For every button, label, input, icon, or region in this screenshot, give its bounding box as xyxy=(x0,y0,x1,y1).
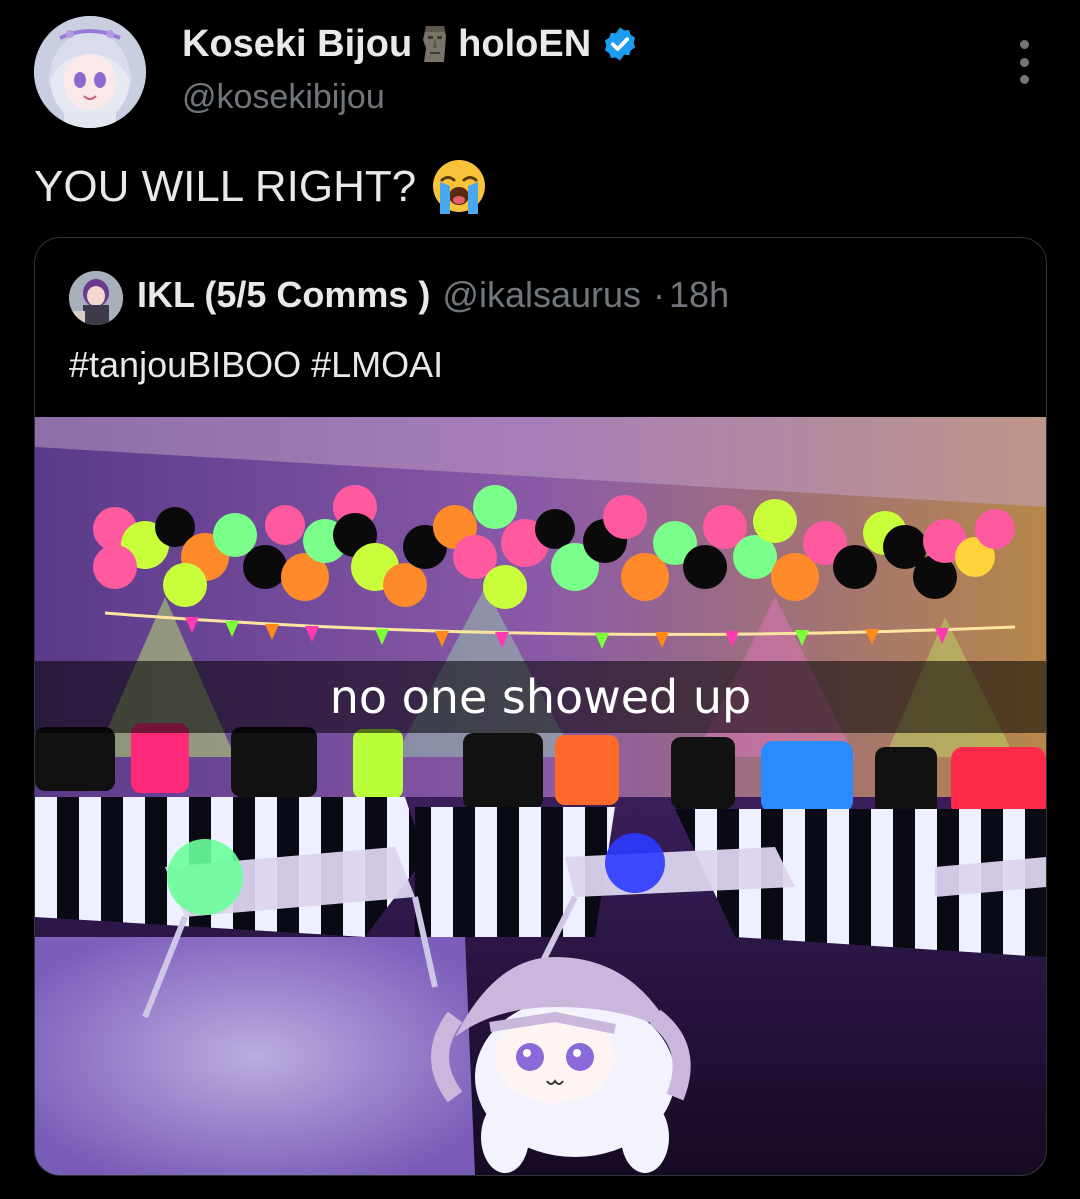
media-caption: no one showed up xyxy=(35,661,1046,733)
avatar-image xyxy=(34,16,146,128)
more-options-icon[interactable] xyxy=(1006,40,1042,84)
tweet-text: YOU WILL RIGHT? xyxy=(34,162,417,211)
quoted-handle[interactable]: @ikalsaurus xyxy=(442,274,641,316)
author-badge-text: holoEN xyxy=(458,22,592,65)
moai-icon xyxy=(423,26,447,62)
author-avatar[interactable] xyxy=(34,16,146,128)
more-dot xyxy=(1019,40,1029,49)
quoted-media-image[interactable]: no one showed up xyxy=(35,417,1046,1175)
loudly-crying-face-icon xyxy=(433,160,486,214)
quoted-time[interactable]: 18h xyxy=(669,274,729,316)
more-dot xyxy=(1019,57,1029,67)
tweet-text-row: YOU WILL RIGHT? xyxy=(34,158,488,216)
more-dot xyxy=(1019,75,1029,84)
author-handle[interactable]: @kosekibijou xyxy=(182,78,385,117)
quoted-avatar-image xyxy=(69,271,123,325)
quoted-author-avatar[interactable] xyxy=(69,271,123,325)
quoted-text: #tanjouBIBOO #LMOAI xyxy=(69,344,444,385)
quoted-separator: · xyxy=(653,274,666,315)
quoted-tweet-card[interactable]: IKL (5/5 Comms ) @ikalsaurus · 18h #tanj… xyxy=(34,237,1047,1176)
author-display-name[interactable]: Koseki Bijou xyxy=(182,23,412,66)
author-name-row[interactable]: Koseki Bijou holoEN xyxy=(182,22,639,66)
verified-badge-icon[interactable] xyxy=(601,25,639,63)
neon-party-photo xyxy=(35,417,1046,1175)
quoted-display-name[interactable]: IKL (5/5 Comms ) xyxy=(137,274,430,316)
tweet-page: Koseki Bijou holoEN @kosekibijou YOU WIL… xyxy=(0,0,1080,1199)
quoted-header: IKL (5/5 Comms ) @ikalsaurus · 18h xyxy=(137,274,729,316)
